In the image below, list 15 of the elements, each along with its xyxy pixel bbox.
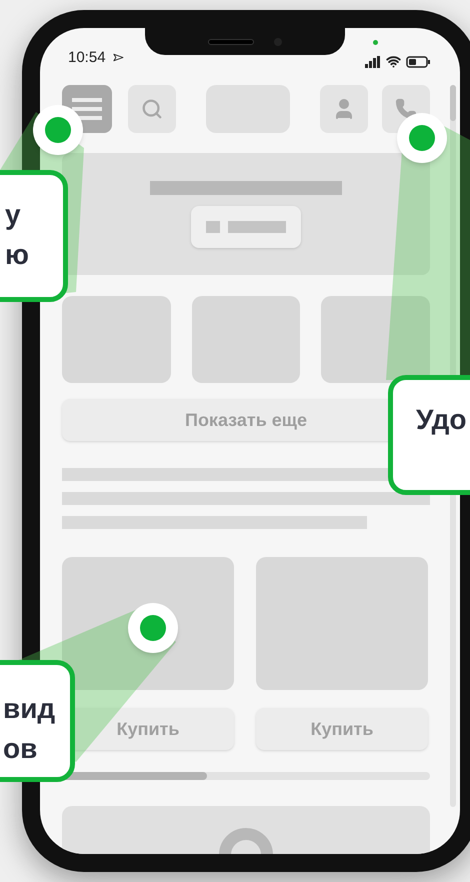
status-time: 10:54 (68, 48, 106, 68)
menu-icon (72, 98, 102, 120)
callout-text: вид (3, 692, 56, 726)
profile-button[interactable] (320, 85, 368, 133)
banner-button[interactable] (191, 206, 301, 248)
search-icon (141, 98, 163, 120)
signal-icon (365, 56, 381, 68)
callout-text: ю (5, 238, 30, 272)
callout-text: ов (3, 732, 38, 766)
wifi-icon (386, 54, 401, 69)
callout-text: у (5, 198, 22, 232)
buy-button[interactable]: Купить (256, 708, 428, 750)
speaker-icon (208, 38, 254, 44)
search-button[interactable] (128, 85, 176, 133)
battery-icon (406, 56, 430, 68)
